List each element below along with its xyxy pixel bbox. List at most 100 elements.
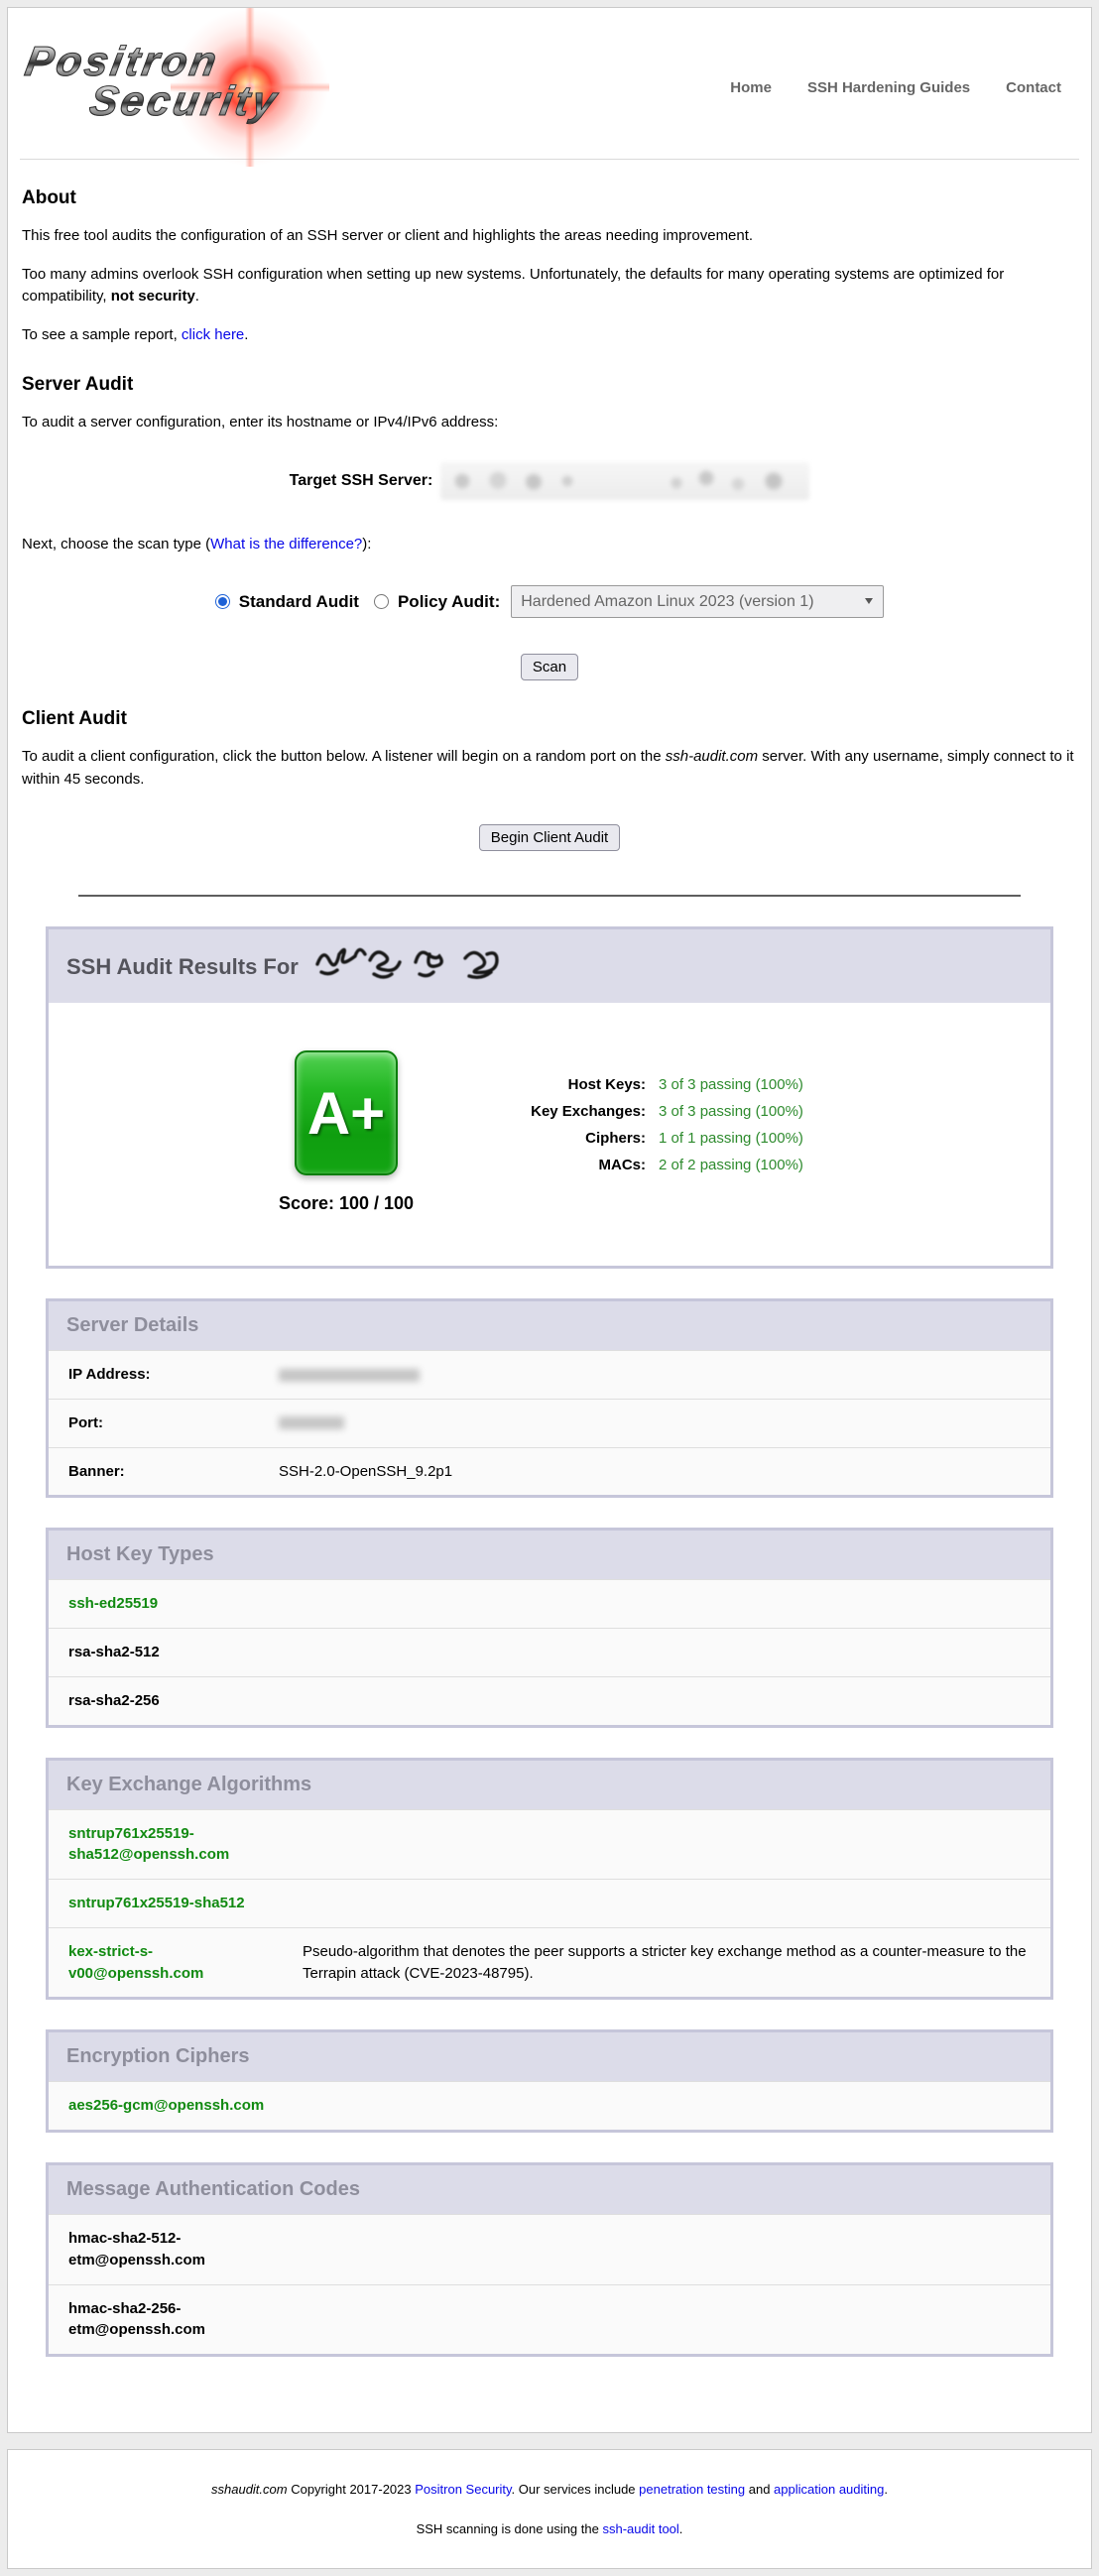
table-row: rsa-sha2-256 (49, 1676, 1050, 1725)
kex-name: kex-strict-s-v00@openssh.com (68, 1941, 285, 1985)
site-footer: sshaudit.com Copyright 2017-2023 Positro… (7, 2449, 1092, 2569)
port-label: Port: (68, 1412, 279, 1434)
footer-text: and (745, 2482, 774, 2497)
kex-name: sntrup761x25519-sha512 (68, 1893, 285, 1914)
host-key-name: ssh-ed25519 (68, 1593, 285, 1615)
positron-security-logo: Positron Security (24, 24, 321, 151)
table-row: IP Address: (49, 1350, 1050, 1399)
table-row: sntrup761x25519-sha512@openssh.com (49, 1809, 1050, 1880)
scan-type-row: Standard Audit Policy Audit: Hardened Am… (22, 585, 1077, 618)
nav-home[interactable]: Home (730, 79, 772, 96)
ssh-audit-tool-link[interactable]: ssh-audit tool (602, 2521, 678, 2536)
table-row: kex-strict-s-v00@openssh.com Pseudo-algo… (49, 1927, 1050, 1998)
key-exchanges-stat-label: Key Exchanges: (495, 1103, 646, 1120)
client-audit-title: Client Audit (22, 708, 1077, 730)
about-title: About (22, 187, 1077, 209)
audit-results-title: SSH Audit Results For (66, 954, 299, 979)
penetration-testing-link[interactable]: penetration testing (639, 2482, 745, 2497)
scan-type-paragraph: Next, choose the scan type (What is the … (22, 534, 1077, 556)
kex-note (285, 1893, 1031, 1914)
grade-badge: A+ (295, 1050, 398, 1175)
about-section: About This free tool audits the configur… (8, 187, 1091, 346)
client-audit-domain: ssh-audit.com (666, 748, 758, 765)
kex-note: Pseudo-algorithm that denotes the peer s… (285, 1941, 1031, 1985)
ip-address-label: IP Address: (68, 1364, 279, 1386)
policy-audit-label: Policy Audit: (398, 592, 500, 612)
redacted-value (279, 1416, 344, 1429)
mac-name: hmac-sha2-256-etm@openssh.com (68, 2298, 285, 2342)
table-row: sntrup761x25519-sha512 (49, 1879, 1050, 1927)
about-paragraph-2: Too many admins overlook SSH configurati… (22, 264, 1077, 308)
standard-audit-label: Standard Audit (239, 592, 359, 612)
key-exchanges-stat-value: 3 of 3 passing (100%) (659, 1103, 803, 1120)
key-exchange-header: Key Exchange Algorithms (49, 1761, 1050, 1809)
macs-stat-label: MACs: (495, 1157, 646, 1173)
policy-audit-radio[interactable] (374, 594, 389, 609)
site-header: Positron Security Home SSH Hardening Gui… (8, 8, 1091, 159)
nav-contact[interactable]: Contact (1006, 79, 1061, 96)
table-row: rsa-sha2-512 (49, 1628, 1050, 1676)
host-key-types-panel: Host Key Types ssh-ed25519 rsa-sha2-512 … (46, 1528, 1053, 1727)
about-p2-bold: not security (111, 288, 195, 305)
macs-stat-value: 2 of 2 passing (100%) (659, 1157, 803, 1173)
client-audit-button-row: Begin Client Audit (22, 824, 1077, 851)
about-paragraph-1: This free tool audits the configuration … (22, 225, 1077, 248)
application-auditing-link[interactable]: application auditing (774, 2482, 884, 2497)
kex-note (285, 1823, 1031, 1867)
client-audit-paragraph: To audit a client configuration, click t… (22, 746, 1077, 791)
client-audit-section: Client Audit To audit a client configura… (8, 708, 1091, 851)
footer-line-1: sshaudit.com Copyright 2017-2023 Positro… (28, 2480, 1071, 2500)
policy-select-wrap: Hardened Amazon Linux 2023 (version 1) (511, 585, 884, 618)
standard-audit-radio[interactable] (215, 594, 230, 609)
about-p3-text: To see a sample report, (22, 326, 182, 343)
kex-name: sntrup761x25519-sha512@openssh.com (68, 1823, 285, 1867)
server-audit-section: Server Audit To audit a server configura… (8, 374, 1091, 680)
target-ssh-server-label: Target SSH Server: (290, 472, 433, 490)
logo-line2: Security (86, 79, 283, 123)
host-keys-stat-label: Host Keys: (495, 1076, 646, 1093)
host-key-name: rsa-sha2-512 (68, 1642, 285, 1663)
page: { "logo": { "line1": "Positron", "line2"… (0, 7, 1099, 2569)
table-row: hmac-sha2-512-etm@openssh.com (49, 2214, 1050, 2284)
target-server-row: Target SSH Server: (22, 462, 1077, 500)
policy-select[interactable]: Hardened Amazon Linux 2023 (version 1) (511, 585, 884, 618)
table-row: Banner: SSH-2.0-OpenSSH_9.2p1 (49, 1447, 1050, 1496)
positron-security-link[interactable]: Positron Security (415, 2482, 511, 2497)
target-ssh-server-input[interactable] (440, 462, 809, 500)
scan-type-text-after: ): (362, 536, 371, 552)
ciphers-stat-label: Ciphers: (495, 1130, 646, 1147)
scan-button[interactable]: Scan (521, 654, 578, 680)
encryption-ciphers-header: Encryption Ciphers (49, 2032, 1050, 2081)
stat-row-ciphers: Ciphers: 1 of 1 passing (100%) (495, 1130, 803, 1147)
logo-text: Positron Security (15, 24, 330, 123)
begin-client-audit-button[interactable]: Begin Client Audit (479, 824, 620, 851)
footer-text: . Our services include (512, 2482, 640, 2497)
table-row: hmac-sha2-256-etm@openssh.com (49, 2284, 1050, 2355)
footer-line-2: SSH scanning is done using the ssh-audit… (28, 2519, 1071, 2539)
mac-name: hmac-sha2-512-etm@openssh.com (68, 2228, 285, 2271)
server-details-panel: Server Details IP Address: Port: Banner:… (46, 1298, 1053, 1498)
stat-row-macs: MACs: 2 of 2 passing (100%) (495, 1157, 803, 1173)
what-is-the-difference-link[interactable]: What is the difference? (210, 536, 362, 552)
footer-text: SSH scanning is done using the (417, 2521, 603, 2536)
about-p3-period: . (244, 326, 248, 343)
about-p2-period: . (195, 288, 199, 305)
header-divider (20, 159, 1079, 160)
scan-type-text: Next, choose the scan type ( (22, 536, 210, 552)
redacted-value (279, 1369, 420, 1382)
banner-value: SSH-2.0-OpenSSH_9.2p1 (279, 1461, 452, 1483)
sample-report-link[interactable]: click here (182, 326, 244, 343)
footer-text: . (679, 2521, 683, 2536)
host-keys-stat-value: 3 of 3 passing (100%) (659, 1076, 803, 1093)
macs-header: Message Authentication Codes (49, 2165, 1050, 2214)
port-value-redacted (279, 1412, 344, 1434)
main-content-box: Positron Security Home SSH Hardening Gui… (7, 7, 1092, 2433)
table-row: Port: (49, 1399, 1050, 1447)
stat-row-key-exchanges: Key Exchanges: 3 of 3 passing (100%) (495, 1103, 803, 1120)
table-row: aes256-gcm@openssh.com (49, 2081, 1050, 2130)
ip-address-value-redacted (279, 1364, 420, 1386)
stats-column: Host Keys: 3 of 3 passing (100%) Key Exc… (495, 1050, 803, 1214)
nav-ssh-hardening-guides[interactable]: SSH Hardening Guides (807, 79, 970, 96)
main-nav: Home SSH Hardening Guides Contact (730, 79, 1061, 96)
redacted-hostname (312, 942, 526, 990)
